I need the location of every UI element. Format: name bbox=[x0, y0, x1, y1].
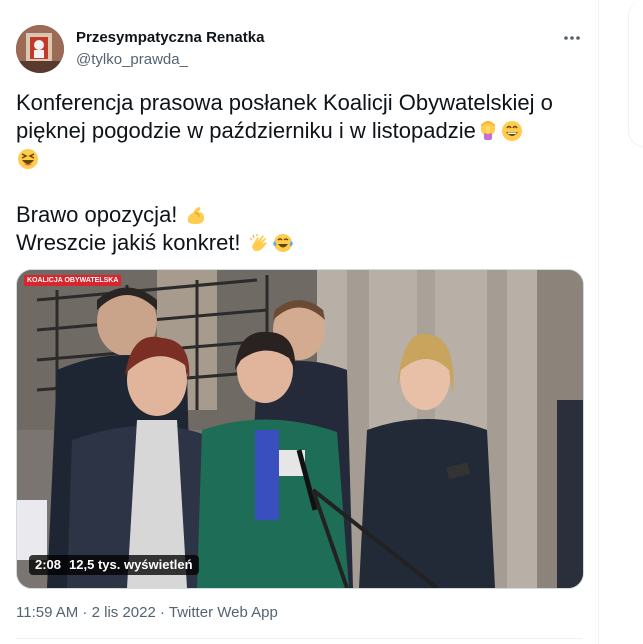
tweet-metadata: 11:59 AM · 2 lis 2022 · Twitter Web App bbox=[16, 604, 278, 621]
meta-separator: · bbox=[78, 604, 92, 621]
video-frame bbox=[17, 270, 583, 588]
video-duration: 2:08 bbox=[35, 557, 62, 572]
author-name[interactable]: Przesympatyczna Renatka bbox=[76, 29, 264, 46]
more-options-button[interactable] bbox=[560, 26, 584, 50]
flexed-biceps-emoji-icon bbox=[187, 207, 204, 224]
video-stats-badge: 2:08 12,5 tys. wyświetleń bbox=[29, 555, 199, 575]
koalicja-obywatelska-logo: KOALICJA OBYWATELSKA bbox=[24, 275, 122, 286]
grinning-emoji-icon bbox=[501, 121, 522, 141]
author-handle[interactable]: @tylko_prawda_ bbox=[76, 51, 188, 68]
tweet-date[interactable]: 2 lis 2022 bbox=[92, 604, 156, 621]
facepalm-emoji-icon bbox=[480, 121, 495, 140]
tweet-time[interactable]: 11:59 AM bbox=[16, 604, 78, 621]
divider bbox=[16, 638, 582, 639]
tweet-source[interactable]: Twitter Web App bbox=[169, 604, 278, 621]
tears-of-joy-emoji-icon bbox=[272, 234, 293, 252]
video-views: 12,5 tys. wyświetleń bbox=[69, 557, 193, 572]
tweet-text: Konferencja prasowa posłanek Koalicji Ob… bbox=[16, 89, 586, 257]
video-player[interactable]: KOALICJA OBYWATELSKA 2:08 12,5 tys. wyśw… bbox=[16, 269, 584, 589]
tweet-text-line-2: Brawo opozycja! bbox=[16, 202, 178, 227]
laughing-emoji-icon bbox=[18, 149, 38, 169]
meta-separator: · bbox=[155, 604, 169, 621]
sidebar-card bbox=[628, 0, 643, 147]
more-icon bbox=[564, 36, 580, 40]
tweet-detail-column: Przesympatyczna Renatka @tylko_prawda_ K… bbox=[0, 0, 598, 644]
clapping-emoji-icon bbox=[249, 234, 267, 252]
tweet-text-line-3: Wreszcie jakiś konkret! bbox=[16, 230, 241, 255]
author-avatar[interactable] bbox=[16, 25, 64, 73]
